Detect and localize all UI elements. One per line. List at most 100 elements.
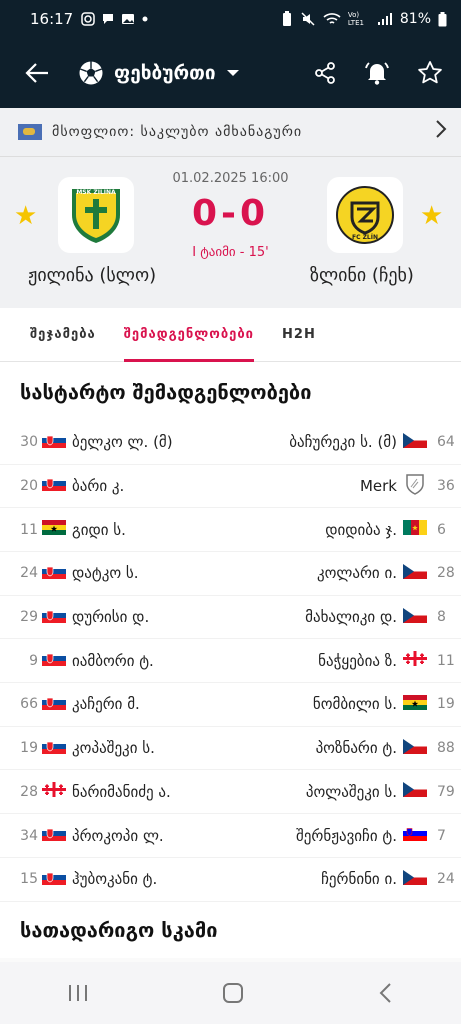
chevron-right-icon: [435, 119, 447, 145]
tab-summary[interactable]: შეჯამება: [0, 308, 110, 362]
match-tabs: შეჯამება შემადგენლობები H2H: [0, 308, 461, 362]
slovakia-flag-icon: [42, 432, 66, 452]
away-player-number: 88: [437, 740, 455, 757]
slovakia-flag-icon: [42, 563, 66, 583]
czechia-flag-icon: [403, 869, 427, 889]
recent-apps-icon[interactable]: [67, 983, 89, 1003]
lineup-row: 9 იამბორი ტ. ნაჭყებია ზ. 11: [0, 640, 461, 683]
gallery-icon: [122, 14, 135, 24]
status-bar: 16:17 Vo) LTE1 81%: [0, 0, 461, 38]
home-player-number: 28: [20, 783, 38, 800]
away-player-name[interactable]: დიდიბა ჯ.: [325, 521, 397, 539]
away-player-name[interactable]: პოზნარი ტ.: [316, 739, 397, 757]
away-player-number: 79: [437, 783, 455, 800]
home-player-name[interactable]: დატკო ს.: [72, 564, 139, 582]
away-team-logo[interactable]: FC ZLÍN: [327, 177, 403, 253]
chat-icon: [103, 14, 114, 24]
star-icon[interactable]: [417, 60, 443, 86]
network-label: Vo) LTE1: [347, 11, 364, 27]
signal-icon: [377, 13, 392, 25]
away-player: ნომბილი ს. 19: [313, 694, 461, 714]
home-player-name[interactable]: ნარიმანიძე ა.: [72, 783, 171, 801]
soccer-ball-icon: [79, 61, 103, 85]
home-player-number: 11: [20, 521, 38, 538]
tab-h2h[interactable]: H2H: [268, 308, 330, 362]
away-player: მახალიკი დ. 8: [305, 607, 461, 627]
away-team-name[interactable]: ზლინი (ჩეხ): [310, 265, 414, 286]
home-player-name[interactable]: ბარი კ.: [72, 477, 124, 495]
czechia-flag-icon: [403, 563, 427, 583]
lineup-row: 20 ბარი კ. Merk 36: [0, 465, 461, 509]
away-player: ჩერნინი ი. 24: [321, 869, 461, 889]
bell-icon[interactable]: [363, 59, 391, 87]
placeholder-jersey-icon: [403, 472, 427, 500]
home-player-name[interactable]: პროკოპი ლ.: [72, 827, 164, 845]
away-player-name[interactable]: შერნჟავიჩი ტ.: [296, 827, 397, 845]
competition-link[interactable]: მსოფლიო: საკლუბო ამხანაგური: [0, 108, 461, 156]
away-player: პოზნარი ტ. 88: [316, 738, 461, 758]
back-button[interactable]: [0, 62, 78, 84]
away-player: დიდიბა ჯ. 6: [325, 520, 461, 539]
away-player: შერნჟავიჩი ტ. 7: [296, 826, 461, 845]
tab-lineups[interactable]: შემადგენლობები: [110, 308, 268, 362]
home-player-name[interactable]: ბელკო ლ. (მ): [72, 433, 173, 451]
georgia-flag-icon: [42, 782, 66, 801]
home-player-name[interactable]: კოპაშეკი ს.: [72, 739, 155, 757]
system-nav-bar: [0, 962, 461, 1024]
home-player-number: 24: [20, 565, 38, 582]
back-icon[interactable]: [378, 982, 394, 1004]
home-player-name[interactable]: ჰუბოკანი ტ.: [72, 870, 157, 888]
away-player-name[interactable]: ნომბილი ს.: [313, 695, 397, 713]
away-player-number: 64: [437, 434, 455, 451]
away-player-name[interactable]: კოლარი ი.: [317, 564, 397, 582]
away-favorite-star-icon[interactable]: ★: [420, 201, 443, 231]
home-player-number: 9: [29, 652, 38, 669]
ghana-flag-icon: [42, 520, 66, 539]
lineup-row: 19 კოპაშეკი ს. პოზნარი ტ. 88: [0, 727, 461, 771]
away-player: Merk 36: [360, 472, 461, 500]
sport-selector[interactable]: ფეხბურთი: [78, 60, 240, 86]
home-player-name[interactable]: გიდი ს.: [72, 521, 126, 539]
battery-saver-icon: [282, 11, 291, 26]
slovakia-flag-icon: [42, 694, 66, 714]
app-actions: [313, 59, 461, 87]
slovakia-flag-icon: [42, 607, 66, 627]
wifi-icon: [323, 13, 341, 24]
away-player-name[interactable]: ბაჩურეკი ს. (მ): [289, 433, 397, 451]
home-player-name[interactable]: იამბორი ტ.: [72, 652, 154, 670]
away-player-number: 19: [437, 696, 455, 713]
battery-level: 81%: [399, 11, 431, 27]
lineup-row: 11 გიდი ს. დიდიბა ჯ. 6: [0, 508, 461, 552]
czechia-flag-icon: [403, 738, 427, 758]
lineup-row: 15 ჰუბოკანი ტ. ჩერნინი ი. 24: [0, 858, 461, 902]
app-bar: ფეხბურთი: [0, 38, 461, 108]
home-player-name[interactable]: კაჩერი მ.: [72, 695, 140, 713]
sport-label: ფეხბურთი: [114, 62, 216, 84]
away-player-name[interactable]: პოლაშეკი ს.: [306, 783, 397, 801]
away-player: ბაჩურეკი ს. (მ) 64: [289, 432, 461, 452]
slovakia-flag-icon: [42, 826, 66, 845]
home-player-number: 15: [20, 871, 38, 888]
home-icon[interactable]: [222, 982, 244, 1004]
away-player-name[interactable]: Merk: [360, 477, 397, 495]
away-player-name[interactable]: მახალიკი დ.: [305, 608, 397, 626]
system-icons: Vo) LTE1 81%: [281, 11, 447, 27]
czechia-flag-icon: [403, 782, 427, 801]
status-time: 16:17: [30, 10, 74, 28]
away-player-name[interactable]: ნაჭყებია ზ.: [318, 652, 397, 670]
away-player-number: 7: [437, 827, 446, 844]
home-player-number: 29: [20, 609, 38, 626]
away-player-name[interactable]: ჩერნინი ი.: [321, 870, 397, 888]
czechia-flag-icon: [403, 432, 427, 452]
slovakia-flag-icon: [42, 869, 66, 889]
home-team-name[interactable]: ჟილინა (სლო): [28, 265, 156, 286]
dot-icon: [142, 16, 148, 22]
starting-lineups-title: სასტარტო შემადგენლობები: [20, 380, 312, 404]
share-icon[interactable]: [313, 61, 337, 85]
away-player-number: 6: [437, 521, 446, 538]
lineup-row: 24 დატკო ს. კოლარი ი. 28: [0, 552, 461, 596]
lineup-row: 29 დურისი დ. მახალიკი დ. 8: [0, 596, 461, 640]
home-player-number: 19: [20, 740, 38, 757]
home-player-name[interactable]: დურისი დ.: [72, 608, 149, 626]
home-player-number: 30: [20, 434, 38, 451]
